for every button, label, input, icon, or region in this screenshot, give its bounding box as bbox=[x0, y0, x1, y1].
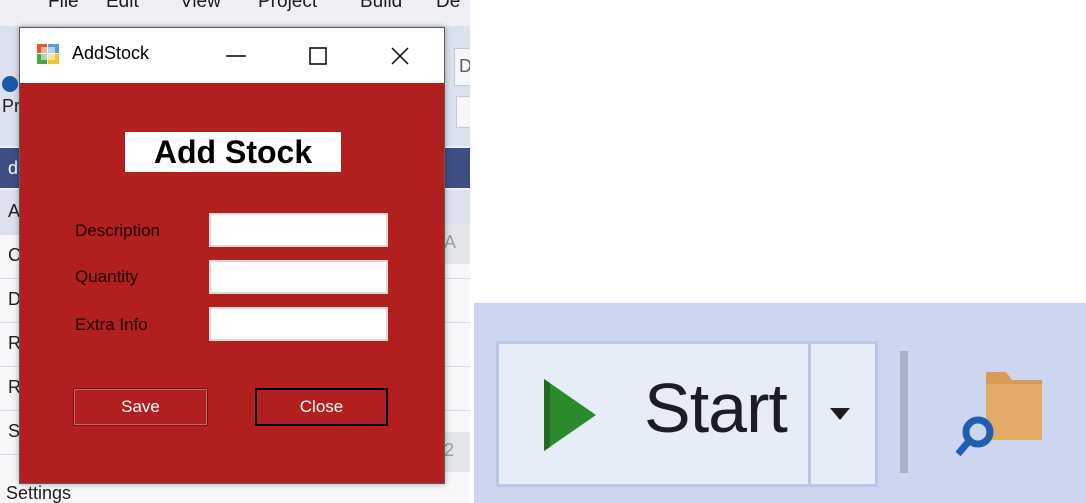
extra-info-label: Extra Info bbox=[75, 315, 148, 334]
quantity-field[interactable] bbox=[209, 260, 388, 294]
ide-config-combo[interactable]: D bbox=[454, 48, 470, 86]
extra-info-field[interactable] bbox=[209, 307, 388, 341]
start-label: Start bbox=[644, 369, 788, 447]
menu-file[interactable]: File bbox=[48, 0, 79, 13]
maximize-button[interactable] bbox=[290, 28, 346, 83]
dialog-titlebar[interactable]: AddStock bbox=[20, 28, 444, 83]
dialog-title: AddStock bbox=[72, 43, 150, 63]
ide-toolbar-box bbox=[456, 96, 470, 128]
dropdown-arrow-icon[interactable] bbox=[829, 407, 851, 421]
page-title: Add Stock bbox=[125, 132, 341, 172]
close-button[interactable]: Close bbox=[255, 388, 388, 426]
close-window-button[interactable] bbox=[372, 28, 428, 83]
minimize-button[interactable] bbox=[208, 28, 264, 83]
app-icon bbox=[37, 44, 59, 64]
menu-edit[interactable]: Edit bbox=[106, 0, 139, 13]
ide-menubar: File Edit View Project Build De bbox=[0, 0, 470, 26]
description-field[interactable] bbox=[209, 213, 388, 247]
dropdown-divider bbox=[808, 344, 811, 484]
menu-project[interactable]: Project bbox=[258, 0, 317, 13]
menu-view[interactable]: View bbox=[180, 0, 221, 13]
menu-build[interactable]: Build bbox=[360, 0, 402, 13]
toolbar-separator bbox=[900, 351, 908, 473]
addstock-dialog: AddStock Add Stock Description Quantity … bbox=[19, 27, 445, 484]
menu-debug[interactable]: De bbox=[436, 0, 460, 13]
description-label: Description bbox=[75, 221, 161, 240]
ide-toolbar-fragment: Pr bbox=[2, 96, 20, 116]
minimize-icon bbox=[226, 55, 246, 57]
quantity-label: Quantity bbox=[75, 267, 139, 286]
dialog-body: Add Stock Description Quantity Extra Inf… bbox=[20, 83, 444, 483]
save-button[interactable]: Save bbox=[73, 388, 208, 426]
zoomed-toolbar: Start bbox=[474, 303, 1086, 503]
start-button[interactable]: Start bbox=[496, 341, 878, 487]
ide-panel-header-text: d bbox=[8, 158, 19, 178]
settings-item[interactable]: Settings bbox=[6, 483, 71, 503]
close-icon bbox=[391, 47, 409, 65]
play-icon bbox=[544, 379, 596, 451]
maximize-icon bbox=[309, 47, 327, 65]
back-arrow-icon[interactable] bbox=[2, 76, 18, 92]
find-in-files-icon[interactable] bbox=[956, 370, 1046, 460]
